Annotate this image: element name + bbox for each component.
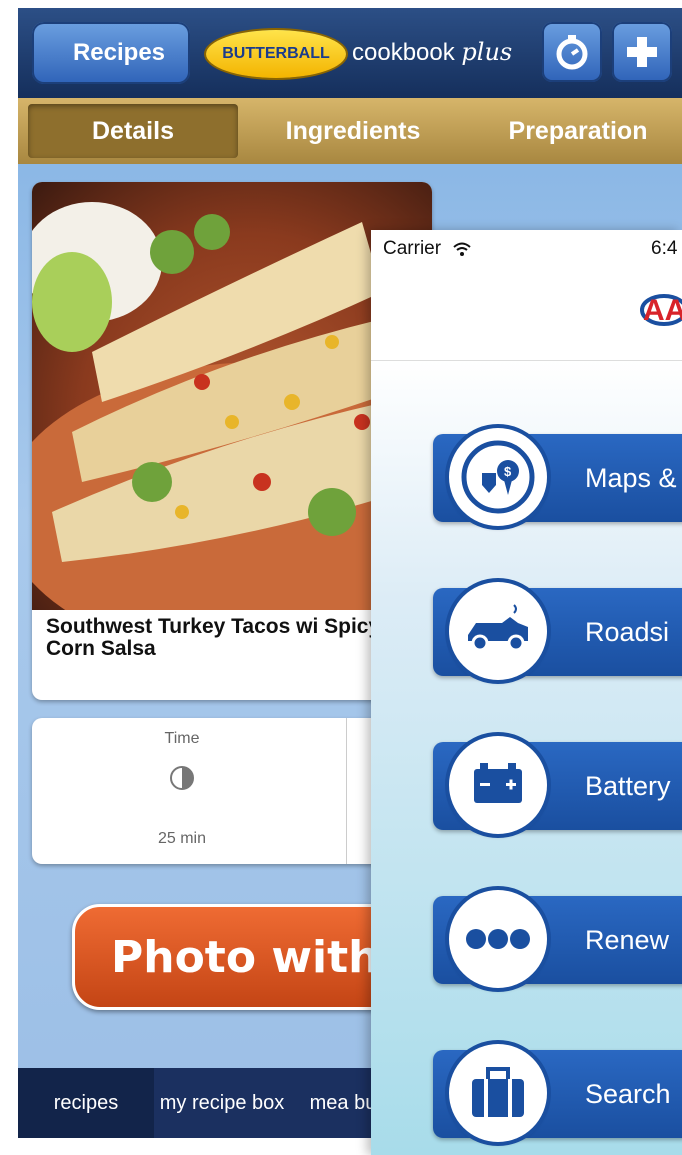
plus-icon — [627, 37, 657, 67]
logo-script: plus — [461, 38, 513, 66]
timer-button[interactable] — [542, 22, 602, 82]
time-label: Time — [164, 730, 200, 747]
logo-brand-text: BUTTERBALL — [222, 45, 330, 62]
bottom-tab-my-recipe-box[interactable]: my recipe box — [154, 1068, 290, 1138]
tab-ingredients[interactable]: Ingredients — [258, 104, 448, 158]
tab-preparation[interactable]: Preparation — [478, 104, 678, 158]
wifi-icon — [453, 242, 472, 256]
aaa-app-screen: Carrier 6:4 AA Maps & $ Roadsi Battery R… — [371, 230, 682, 1155]
header-divider — [371, 360, 682, 361]
battery-icon — [449, 736, 547, 834]
svg-text:AA: AA — [643, 294, 682, 327]
timer-icon — [556, 35, 588, 70]
suitcase-icon — [449, 1044, 547, 1142]
logo-cookbook-text: cookbook plus — [352, 38, 512, 67]
butterball-logo: BUTTERBALL — [206, 30, 346, 78]
recipe-title: Southwest Turkey Tacos wi Spicy Corn Sal… — [46, 615, 381, 660]
status-bar: Carrier — [383, 238, 472, 260]
clock-icon — [168, 764, 196, 792]
bottom-tab-recipes[interactable]: recipes — [18, 1068, 154, 1138]
navigation-bar: Recipes BUTTERBALL cookbook plus — [18, 8, 682, 98]
car-breakdown-icon — [449, 582, 547, 680]
more-dots-icon — [449, 890, 547, 988]
carrier-label: Carrier — [383, 238, 442, 259]
tab-details[interactable]: Details — [28, 104, 238, 158]
recipes-back-button[interactable]: Recipes — [32, 22, 190, 84]
logo-suffix: cookbook — [352, 39, 455, 66]
info-divider — [346, 718, 347, 864]
time-value: 25 min — [157, 830, 207, 847]
segment-tabs: Details Ingredients Preparation — [18, 98, 682, 164]
add-button[interactable] — [612, 22, 672, 82]
clock-time: 6:4 — [651, 238, 678, 259]
map-pin-icon: $ — [449, 428, 547, 526]
svg-text:$: $ — [504, 464, 512, 479]
aaa-logo: AA — [639, 280, 682, 340]
